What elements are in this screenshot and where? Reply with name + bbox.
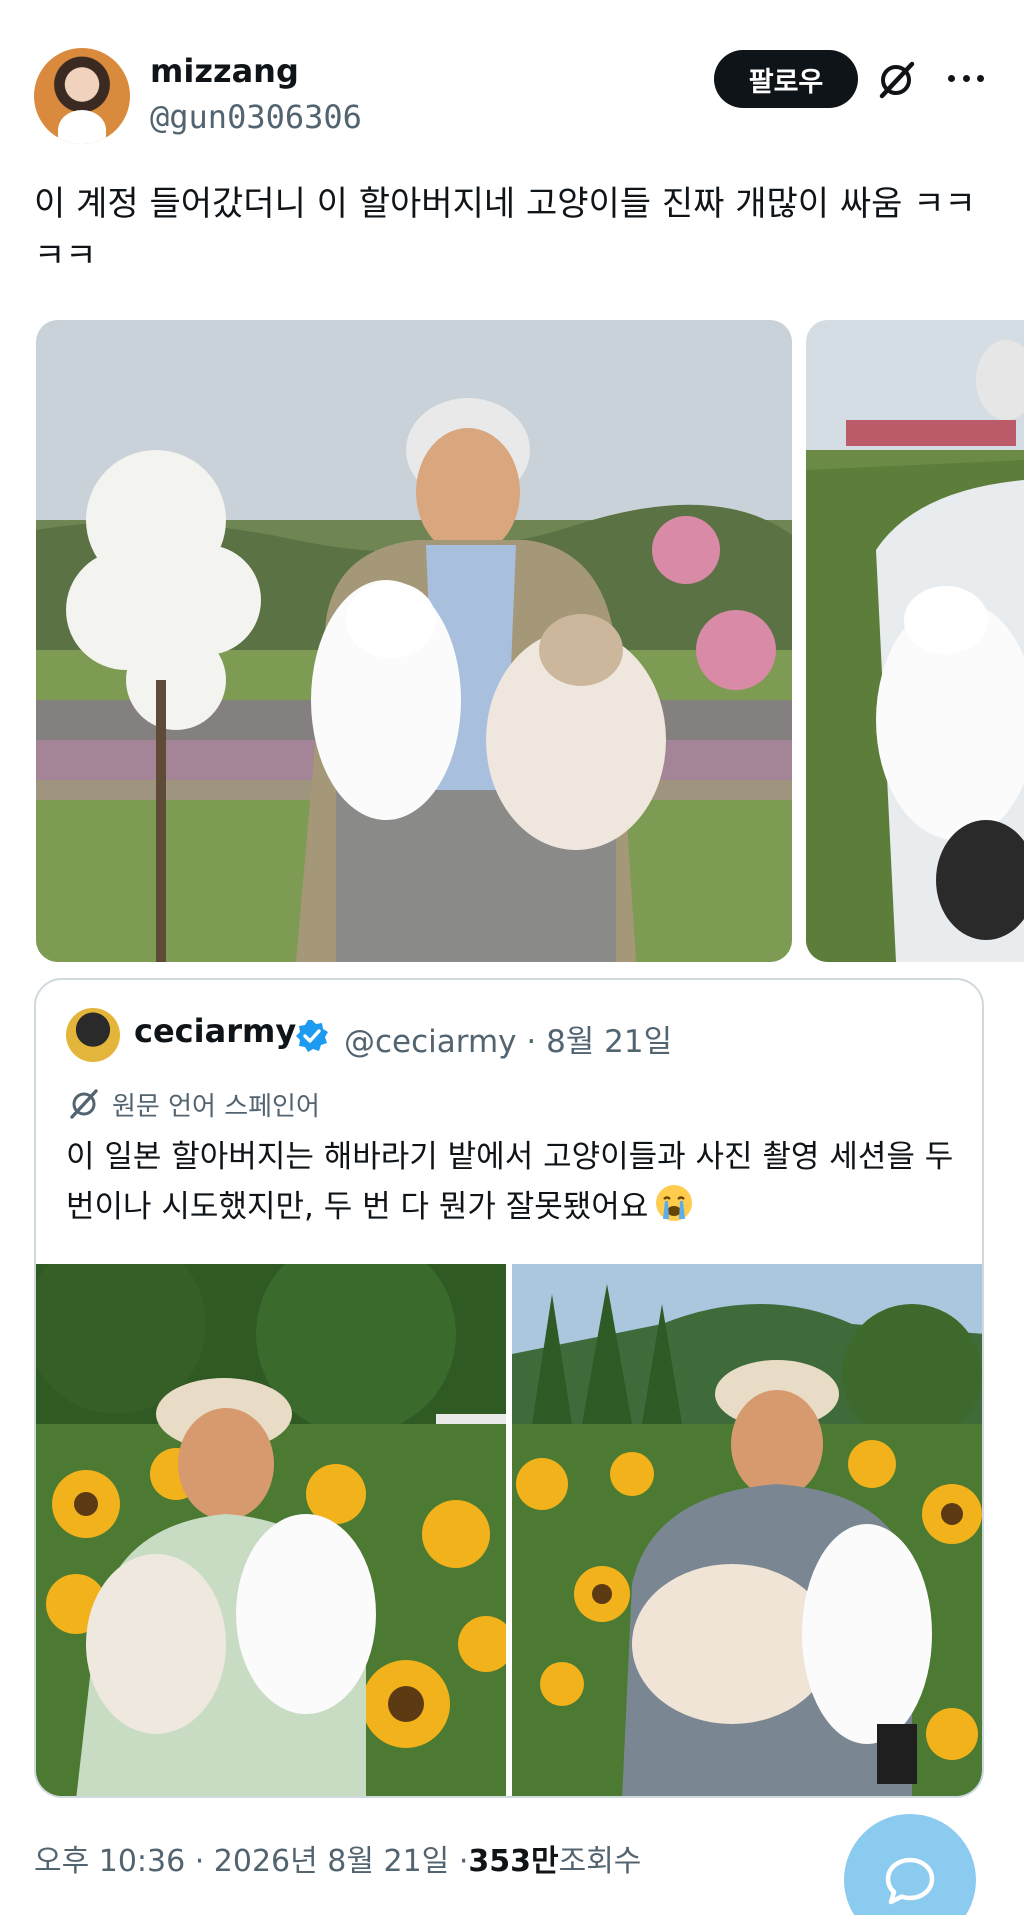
- translate-icon: [66, 1086, 102, 1122]
- follow-button[interactable]: 팔로우: [714, 50, 858, 108]
- views-count: 353만: [468, 1844, 559, 1879]
- more-icon[interactable]: [942, 56, 990, 100]
- quoted-photo-1[interactable]: [36, 1264, 506, 1796]
- quoted-post-text: 이 일본 할아버지는 해바라기 밭에서 고양이들과 사진 촬영 세션을 두 번이…: [66, 1132, 966, 1232]
- quoted-post-text-body: 이 일본 할아버지는 해바라기 밭에서 고양이들과 사진 촬영 세션을 두 번이…: [66, 1139, 954, 1225]
- post-meta: 오후 10:36 · 2026년 8월 21일 · 353만 조회수: [34, 1836, 641, 1880]
- post-photo-2[interactable]: [806, 320, 1024, 962]
- crying-face-icon: [654, 1183, 694, 1223]
- translate-label: 원문 언어 스페인어: [112, 1091, 320, 1122]
- translate-row[interactable]: 원문 언어 스페인어: [66, 1084, 320, 1124]
- author-avatar[interactable]: [34, 48, 130, 144]
- views-label: 조회수: [558, 1844, 642, 1879]
- reply-icon: [882, 1852, 938, 1908]
- author-handle[interactable]: @gun0306306: [150, 98, 362, 136]
- verified-badge-icon: [294, 1018, 330, 1054]
- quoted-author-handle-date: @ceciarmy · 8월 21일: [344, 1024, 673, 1060]
- author-display-name[interactable]: mizzang: [150, 52, 299, 90]
- post-header: mizzang @gun0306306 팔로우: [34, 48, 990, 144]
- quoted-post[interactable]: ceciarmy @ceciarmy · 8월 21일 원문 언어 스페인어 이…: [34, 978, 984, 1798]
- quoted-photo-2[interactable]: [512, 1264, 982, 1796]
- post-text: 이 계정 들어갔더니 이 할아버지네 고양이들 진짜 개많이 싸움 ㅋㅋㅋㅋ: [34, 184, 976, 276]
- post-timestamp[interactable]: 오후 10:36 · 2026년 8월 21일 ·: [34, 1836, 468, 1880]
- quoted-author-name[interactable]: ceciarmy: [134, 1012, 296, 1050]
- grok-icon[interactable]: [874, 58, 918, 102]
- quoted-author-avatar[interactable]: [66, 1008, 120, 1062]
- reply-button[interactable]: [844, 1814, 976, 1915]
- post-photo-1[interactable]: [36, 320, 792, 962]
